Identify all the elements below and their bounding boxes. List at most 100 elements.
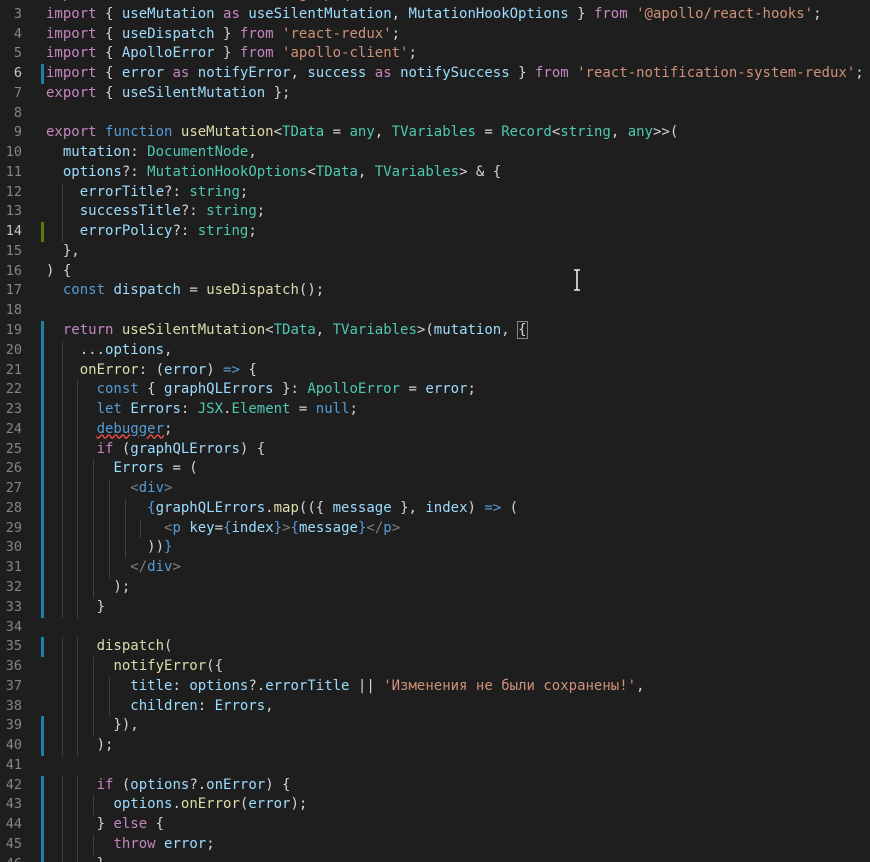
code-token: 'react-redux' [282,25,392,42]
code-token: ; [366,0,374,2]
code-token: useDispatch [121,25,215,42]
code-text: } [46,598,105,618]
code-token: from [534,65,569,82]
code-token: ( [113,776,131,793]
line-number: 42 [5,776,22,793]
line-number: 26 [5,460,22,477]
code-token: => [484,499,502,516]
code-token: < [273,124,283,141]
code-text: ))} [46,538,172,558]
code-text: <p key={index}>{message}</p> [46,519,400,539]
code-text: }), [46,716,139,736]
code-token: ; [467,381,476,398]
code-token: { [96,84,122,101]
code-token: ) { [46,262,72,279]
code-token: ; [408,45,417,62]
code-token: index [231,519,274,536]
code-text: successTitle?: string; [46,202,265,222]
code-token: string [560,124,611,141]
code-token: debugger [96,420,165,437]
code-text: if (options?.onError) { [46,776,291,796]
code-token: div [147,559,173,576]
code-token: (); [298,282,325,299]
code-text: ) { [46,262,71,282]
code-token: successTitle [79,203,181,220]
code-token: options [62,163,122,180]
code-token: errorPolicy [79,223,173,240]
code-token: ; [206,835,215,852]
code-token: key [189,519,215,536]
code-token: } [568,5,594,22]
line-number: 14 [5,223,22,240]
code-token: ... [46,341,106,358]
code-text: errorTitle?: string; [46,183,249,203]
code-token: : ( [138,361,165,378]
code-token: > & { [459,163,502,180]
code-token: from [239,25,274,42]
line-number: 12 [5,183,22,200]
line-number: 34 [5,618,22,635]
code-token: }), [46,717,139,734]
added-line-marker [41,439,44,460]
code-token: , [501,322,519,339]
code-token: ; [256,203,266,220]
code-token: = [290,401,316,418]
code-token: } [509,65,535,82]
code-token: = [400,381,426,398]
code-token: mutation [62,144,131,161]
code-text: } else { [46,815,164,835]
code-token: import [46,65,97,82]
code-token: import [46,25,97,42]
added-line-marker [41,479,44,499]
line-number: 31 [5,559,22,576]
added-line-marker [41,498,44,519]
code-token: MutationHookOptions [147,163,308,180]
code-text: options.onError(error); [46,795,307,815]
line-number: 22 [5,381,22,398]
code-token: , [248,144,257,161]
added-line-marker [41,518,44,539]
code-token: from [239,45,274,62]
line-number: 39 [5,717,22,734]
line-number: 21 [5,361,22,378]
code-editor[interactable]: 2import { DocumentNode } from 'graphql';… [0,0,870,862]
code-token: const [62,282,106,299]
code-token: else [113,816,148,833]
line-number: 3 [13,5,22,22]
code-token: import [46,0,97,2]
code-token: ({ [206,658,224,675]
code-token: const [96,381,139,398]
code-token: < [265,322,274,339]
modified-line-marker [41,222,44,242]
line-number: 41 [5,756,22,773]
code-token: { [147,499,156,516]
code-token: { [138,381,165,398]
code-token: MutationHookOptions [408,5,569,22]
added-line-marker [41,716,44,737]
code-token: index [425,499,468,516]
code-token: TVariables [332,322,417,339]
code-token: from [593,5,628,22]
line-number: 18 [5,302,22,319]
code-token: p [172,519,181,536]
code-text: onError: (error) => { [46,361,257,381]
code-token: ?. [189,776,207,793]
added-line-marker [41,419,44,440]
code-token: 'graphql' [290,0,366,2]
code-token: useDispatch [206,282,299,299]
code-token: as [223,5,240,22]
line-number: 7 [13,84,22,101]
code-text: throw error; [46,835,215,855]
code-token: message [332,499,392,516]
line-number: 11 [5,163,22,180]
code-text: if (graphQLErrors) { [46,440,266,460]
